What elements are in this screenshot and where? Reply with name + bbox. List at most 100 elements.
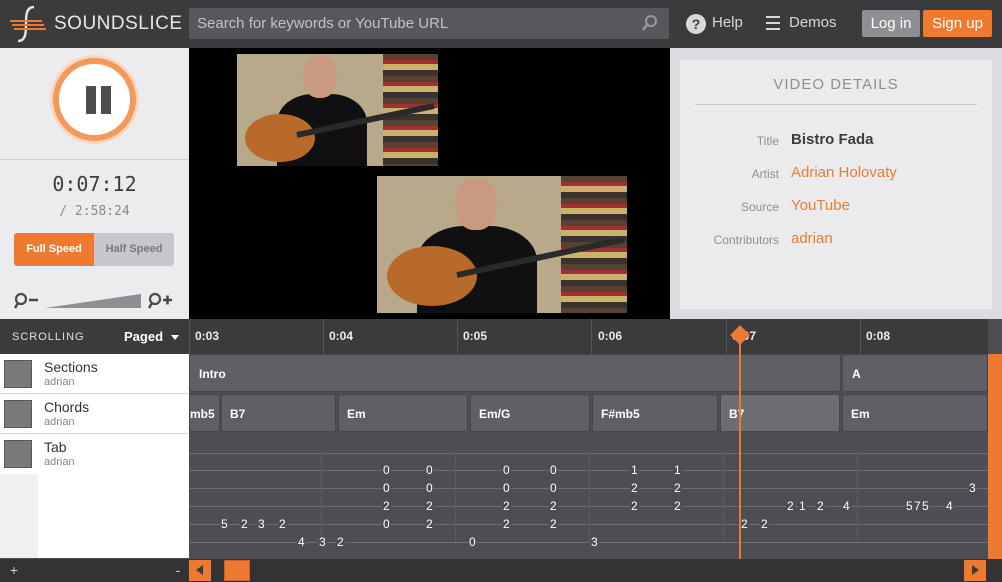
tablature-staff[interactable]: 0 0 0 0 1 1 0 0 0 0 2 2 3 2 2 2 2 2 2 2 … — [189, 434, 988, 559]
help-icon[interactable]: ? — [686, 14, 706, 34]
tab-note[interactable]: 5 — [921, 500, 930, 512]
tab-note[interactable]: 1 — [630, 464, 639, 476]
track-row-sections[interactable]: Sections adrian — [0, 354, 189, 394]
chord-block[interactable]: Em — [338, 394, 468, 432]
chord-block[interactable]: F#mb5 — [592, 394, 718, 432]
tab-note[interactable]: 2 — [425, 518, 434, 530]
demos-link[interactable]: Demos — [789, 14, 837, 31]
scroll-left-button[interactable] — [189, 560, 211, 581]
tab-note[interactable]: 0 — [382, 482, 391, 494]
tab-note[interactable]: 0 — [502, 464, 511, 476]
tab-note[interactable]: 4 — [945, 500, 954, 512]
tab-note[interactable]: 2 — [760, 518, 769, 530]
tab-note[interactable]: 0 — [502, 482, 511, 494]
contributor-link[interactable]: adrian — [791, 230, 833, 247]
chevron-down-icon[interactable] — [171, 335, 179, 340]
zoom-in-icon[interactable] — [148, 292, 174, 310]
brand-name[interactable]: SOUNDSLICE — [54, 13, 183, 35]
horizontal-scrollbar-thumb[interactable] — [224, 560, 250, 581]
tab-note[interactable]: 2 — [740, 518, 749, 530]
tab-note[interactable]: 3 — [318, 536, 327, 548]
search-input[interactable]: Search for keywords or YouTube URL — [189, 8, 669, 39]
tab-note[interactable]: 2 — [502, 500, 511, 512]
tab-note[interactable]: 0 — [425, 464, 434, 476]
tab-note[interactable]: 0 — [382, 464, 391, 476]
tick-label: 0:05 — [463, 329, 488, 343]
scrollbar-thumb[interactable] — [988, 354, 1002, 559]
tab-note[interactable]: 5 — [220, 518, 229, 530]
tab-note[interactable]: 2 — [630, 482, 639, 494]
remove-track-button[interactable]: - — [166, 559, 190, 582]
tab-string — [189, 542, 988, 543]
tab-note[interactable]: 2 — [502, 518, 511, 530]
chord-block[interactable]: Em — [842, 394, 988, 432]
section-intro[interactable]: Intro — [189, 354, 841, 392]
tab-note[interactable]: 3 — [968, 482, 977, 494]
track-row-tab[interactable]: Tab adrian — [0, 434, 189, 474]
vertical-scrollbar[interactable] — [988, 354, 1002, 559]
details-heading: VIDEO DETAILS — [773, 76, 899, 93]
tab-note[interactable]: 2 — [816, 500, 825, 512]
divider — [0, 159, 189, 160]
tick-label: 0:08 — [866, 329, 891, 343]
tab-note[interactable]: 0 — [468, 536, 477, 548]
section-a[interactable]: A — [842, 354, 988, 392]
divider — [695, 104, 977, 105]
tab-note[interactable]: 2 — [786, 500, 795, 512]
artist-link[interactable]: Adrian Holovaty — [791, 164, 897, 181]
tab-note[interactable]: 4 — [297, 536, 306, 548]
tab-note[interactable]: 2 — [382, 500, 391, 512]
tick-line — [860, 319, 861, 354]
chord-block[interactable]: B7 — [221, 394, 336, 432]
arrow-left-icon — [196, 565, 203, 575]
tab-note[interactable]: 2 — [630, 500, 639, 512]
player-controls: 0:07:12 / 2:58:24 Full Speed Half Speed — [0, 48, 189, 319]
playhead[interactable] — [739, 329, 741, 559]
full-speed-button[interactable]: Full Speed — [14, 233, 94, 266]
half-speed-button[interactable]: Half Speed — [94, 233, 174, 266]
tab-note[interactable]: 2 — [336, 536, 345, 548]
scrolling-label: SCROLLING — [12, 331, 85, 343]
login-button[interactable]: Log in — [862, 10, 920, 37]
search-icon[interactable] — [641, 14, 659, 32]
tab-note[interactable]: 2 — [425, 500, 434, 512]
bar-line — [857, 452, 858, 542]
tab-note[interactable]: 2 — [549, 500, 558, 512]
menu-icon[interactable] — [766, 16, 780, 30]
signup-button[interactable]: Sign up — [923, 10, 992, 37]
scroll-mode-dropdown[interactable]: Paged — [124, 329, 163, 344]
time-ruler[interactable]: 0:03 0:04 0:05 0:06 0:07 0:08 — [189, 319, 988, 354]
zoom-out-icon[interactable] — [14, 292, 40, 310]
tab-note[interactable]: 2 — [549, 518, 558, 530]
zoom-slider[interactable] — [45, 294, 141, 308]
video-player[interactable] — [189, 48, 670, 319]
chord-block[interactable]: mb5 — [189, 394, 220, 432]
tab-note[interactable]: 1 — [673, 464, 682, 476]
tab-note[interactable]: 3 — [257, 518, 266, 530]
scrolling-header: SCROLLING Paged — [0, 319, 189, 354]
tab-note[interactable]: 0 — [549, 482, 558, 494]
chord-block[interactable]: Em/G — [470, 394, 590, 432]
tab-note[interactable]: 0 — [425, 482, 434, 494]
contributors-label: Contributors — [713, 233, 779, 247]
tick-label: 0:04 — [329, 329, 354, 343]
tab-note[interactable]: 1 — [798, 500, 807, 512]
add-track-button[interactable]: + — [2, 559, 26, 582]
tab-note[interactable]: 2 — [278, 518, 287, 530]
tab-note[interactable]: 3 — [590, 536, 599, 548]
tab-note[interactable]: 2 — [673, 500, 682, 512]
tab-note[interactable]: 4 — [842, 500, 851, 512]
help-link[interactable]: Help — [712, 14, 743, 31]
scroll-right-button[interactable] — [964, 560, 986, 581]
current-time: 0:07:12 — [52, 172, 137, 196]
tab-note[interactable]: 2 — [240, 518, 249, 530]
track-row-chords[interactable]: Chords adrian — [0, 394, 189, 434]
pause-button[interactable] — [53, 58, 136, 141]
tab-note[interactable]: 2 — [673, 482, 682, 494]
tab-note[interactable]: 0 — [382, 518, 391, 530]
tab-note[interactable]: 0 — [549, 464, 558, 476]
chord-block[interactable]: B7 — [720, 394, 840, 432]
soundslice-logo-icon[interactable] — [8, 4, 48, 44]
bar-line — [589, 452, 590, 542]
source-link[interactable]: YouTube — [791, 197, 850, 214]
